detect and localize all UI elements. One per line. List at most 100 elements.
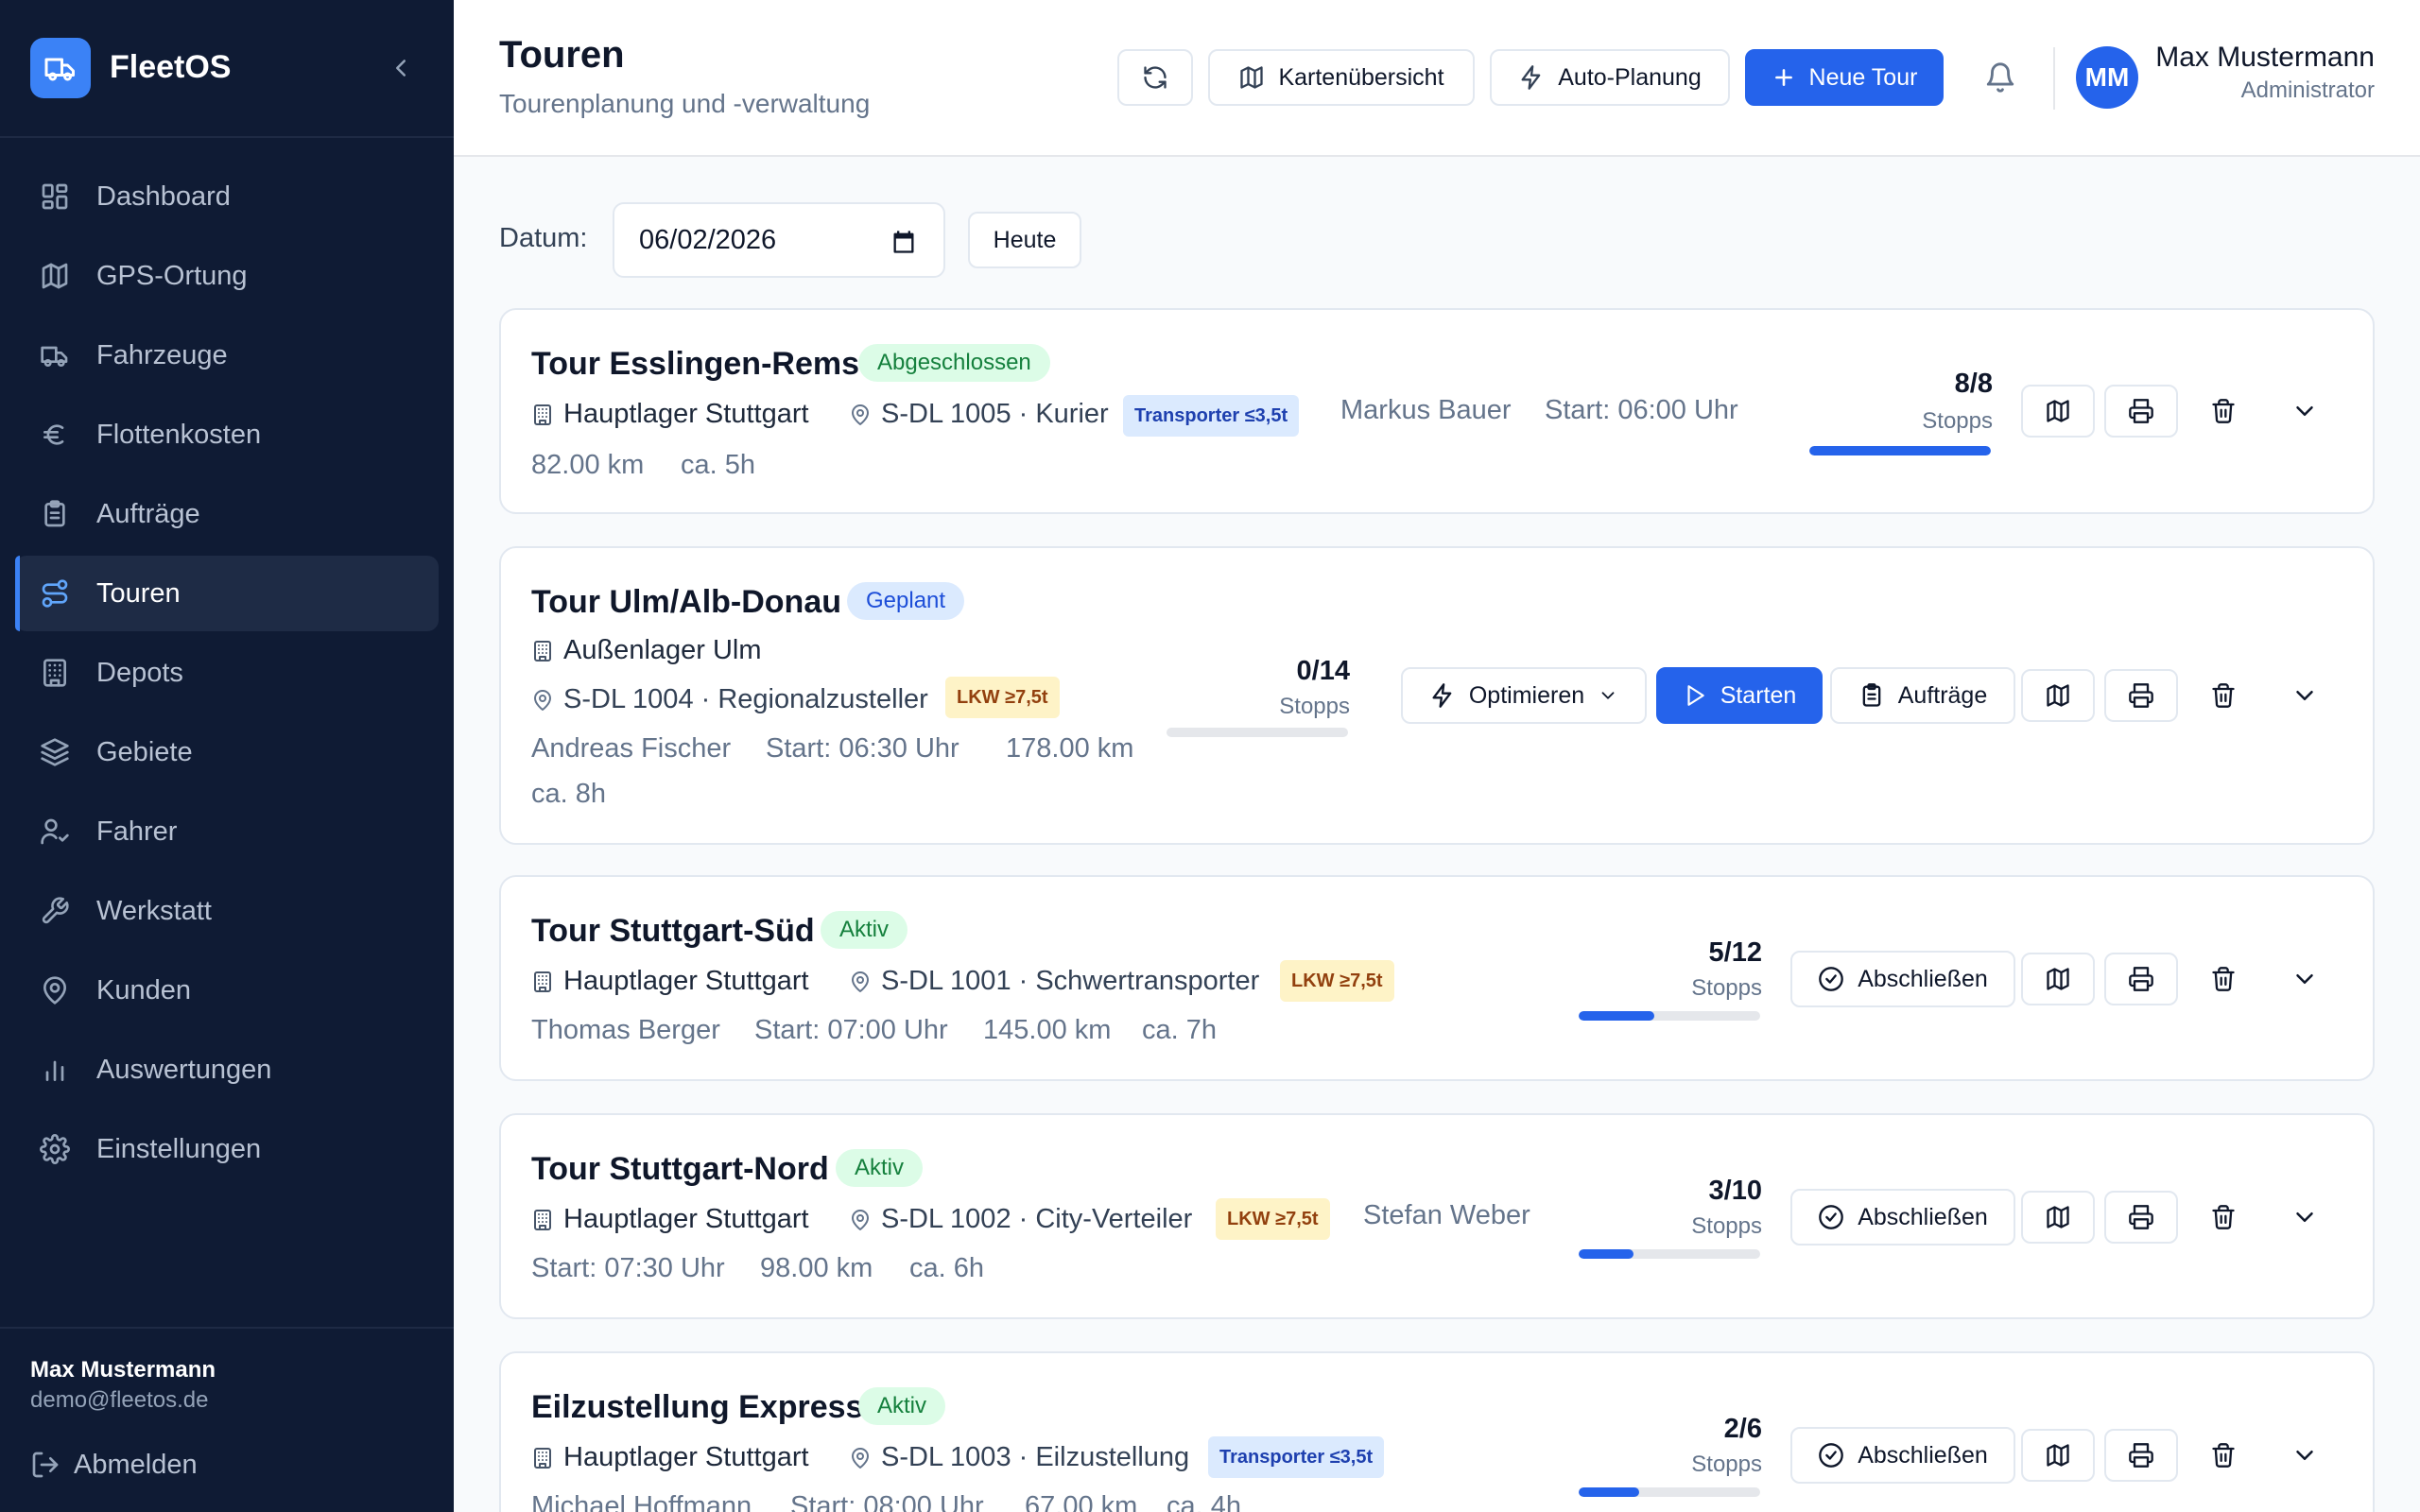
tour-title[interactable]: Tour Ulm/Alb-Donau [531, 584, 841, 621]
map-button[interactable] [2021, 1429, 2095, 1482]
complete-tour-label: Abschließen [1858, 1441, 1988, 1469]
start-time: Start: 08:00 Uhr [790, 1491, 984, 1512]
map-button[interactable] [2021, 1191, 2095, 1244]
sidebar-item-flottenkosten[interactable]: Flottenkosten [15, 397, 439, 472]
print-button[interactable] [2104, 1191, 2178, 1244]
map-button[interactable] [2021, 669, 2095, 722]
printer-icon [2128, 1442, 2154, 1469]
print-button[interactable] [2104, 385, 2178, 438]
progress-fill [1579, 1487, 1639, 1497]
map-button[interactable] [2021, 953, 2095, 1005]
delete-button[interactable] [2203, 390, 2244, 432]
chevron-down-icon [2290, 397, 2319, 425]
expand-button[interactable] [2284, 390, 2325, 432]
delete-button[interactable] [2203, 1435, 2244, 1476]
refresh-button[interactable] [1117, 49, 1193, 106]
optimize-button[interactable]: Optimieren [1401, 667, 1647, 724]
print-button[interactable] [2104, 669, 2178, 722]
orders-button[interactable]: Aufträge [1830, 667, 2015, 724]
truck-icon [38, 338, 72, 372]
complete-tour-button[interactable]: Abschließen [1790, 1189, 2015, 1246]
stops-count: 3/10 [1708, 1176, 1762, 1206]
sidebar-item-label: Gebiete [96, 736, 193, 767]
user-role: Administrator [2240, 77, 2375, 103]
print-button[interactable] [2104, 1429, 2178, 1482]
logout-button[interactable]: Abmelden [30, 1442, 198, 1487]
sidebar-item-kunden[interactable]: Kunden [15, 953, 439, 1028]
tour-card[interactable]: Eilzustellung Express Aktiv Hauptlager S… [499, 1351, 2375, 1512]
zap-icon [1518, 64, 1545, 91]
brand-name: FleetOS [110, 49, 232, 85]
tour-title[interactable]: Tour Esslingen-Rems [531, 346, 859, 383]
print-button[interactable] [2104, 953, 2178, 1005]
avatar[interactable]: MM [2076, 46, 2138, 109]
sidebar-item-gebiete[interactable]: Gebiete [15, 714, 439, 790]
map-pin-icon [38, 973, 72, 1007]
tour-card[interactable]: Tour Stuttgart-Nord Aktiv Hauptlager Stu… [499, 1113, 2375, 1319]
brand: FleetOS [0, 0, 454, 138]
sidebar-item-auswertungen[interactable]: Auswertungen [15, 1032, 439, 1108]
sidebar-item-label: Werkstatt [96, 895, 212, 926]
sidebar-item-fahrzeuge[interactable]: Fahrzeuge [15, 318, 439, 393]
tour-depot: Hauptlager Stuttgart [531, 1204, 809, 1235]
sidebar-item-einstellungen[interactable]: Einstellungen [15, 1111, 439, 1187]
clipboard-icon [38, 497, 72, 531]
delete-button[interactable] [2203, 675, 2244, 716]
bell-icon [1984, 61, 2016, 94]
tour-card[interactable]: Tour Ulm/Alb-Donau Geplant Außenlager Ul… [499, 546, 2375, 845]
delete-button[interactable] [2203, 958, 2244, 1000]
map-button[interactable] [2021, 385, 2095, 438]
sidebar-item-gps-ortung[interactable]: GPS-Ortung [15, 238, 439, 314]
sidebar-item-label: Depots [96, 657, 183, 688]
complete-tour-button[interactable]: Abschließen [1790, 951, 2015, 1007]
chevron-down-icon [1598, 685, 1618, 706]
euro-icon [38, 418, 72, 452]
collapse-sidebar-button[interactable] [382, 49, 420, 87]
tour-card[interactable]: Tour Stuttgart-Süd Aktiv Hauptlager Stut… [499, 875, 2375, 1081]
tour-vehicle: S-DL 1004 · Regionalzusteller [531, 684, 928, 715]
driver-name: Michael Hoffmann [531, 1491, 752, 1512]
auto-planning-button[interactable]: Auto-Planung [1490, 49, 1730, 106]
truck-icon [30, 38, 91, 98]
tour-title[interactable]: Eilzustellung Express [531, 1389, 863, 1426]
sidebar-item-auftraege[interactable]: Aufträge [15, 476, 439, 552]
date-input[interactable]: 06/02/2026 [613, 202, 945, 278]
tour-duration: ca. 8h [531, 779, 606, 809]
complete-tour-button[interactable]: Abschließen [1790, 1427, 2015, 1484]
user-name: Max Mustermann [2155, 42, 2375, 73]
new-tour-button[interactable]: Neue Tour [1745, 49, 1944, 106]
sidebar-item-dashboard[interactable]: Dashboard [15, 159, 439, 234]
today-button[interactable]: Heute [968, 212, 1081, 268]
map-icon [2045, 682, 2071, 709]
notifications-button[interactable] [1979, 57, 2021, 98]
sidebar-item-fahrer[interactable]: Fahrer [15, 794, 439, 869]
map-icon [2045, 1442, 2071, 1469]
start-tour-button[interactable]: Starten [1656, 667, 1823, 724]
expand-button[interactable] [2284, 675, 2325, 716]
sidebar-user: Max Mustermann demo@fleetos.de Abmelden [0, 1327, 454, 1512]
calendar-icon[interactable] [890, 229, 917, 255]
start-time: Start: 06:00 Uhr [1545, 395, 1738, 425]
sidebar-item-label: Einstellungen [96, 1133, 262, 1164]
building-icon [531, 640, 554, 662]
expand-button[interactable] [2284, 958, 2325, 1000]
tour-card[interactable]: Tour Esslingen-Rems Abgeschlossen Hauptl… [499, 308, 2375, 514]
sidebar-item-depots[interactable]: Depots [15, 635, 439, 711]
tour-duration: ca. 5h [681, 450, 755, 480]
status-badge: Geplant [847, 582, 965, 620]
tour-title[interactable]: Tour Stuttgart-Süd [531, 913, 815, 950]
progress-bar [1579, 1487, 1760, 1497]
vehicle-class-badge: Transporter ≤3,5t [1208, 1436, 1385, 1478]
tour-vehicle: S-DL 1005 · Kurier [849, 399, 1109, 430]
map-overview-button[interactable]: Kartenübersicht [1208, 49, 1475, 106]
tour-title[interactable]: Tour Stuttgart-Nord [531, 1151, 829, 1188]
user-check-icon [38, 815, 72, 849]
chevron-left-icon [387, 54, 415, 82]
trash-icon [2210, 1442, 2237, 1469]
expand-button[interactable] [2284, 1196, 2325, 1238]
sidebar-item-label: Flottenkosten [96, 419, 262, 450]
expand-button[interactable] [2284, 1435, 2325, 1476]
sidebar-item-werkstatt[interactable]: Werkstatt [15, 873, 439, 949]
sidebar-item-touren[interactable]: Touren [15, 556, 439, 631]
delete-button[interactable] [2203, 1196, 2244, 1238]
